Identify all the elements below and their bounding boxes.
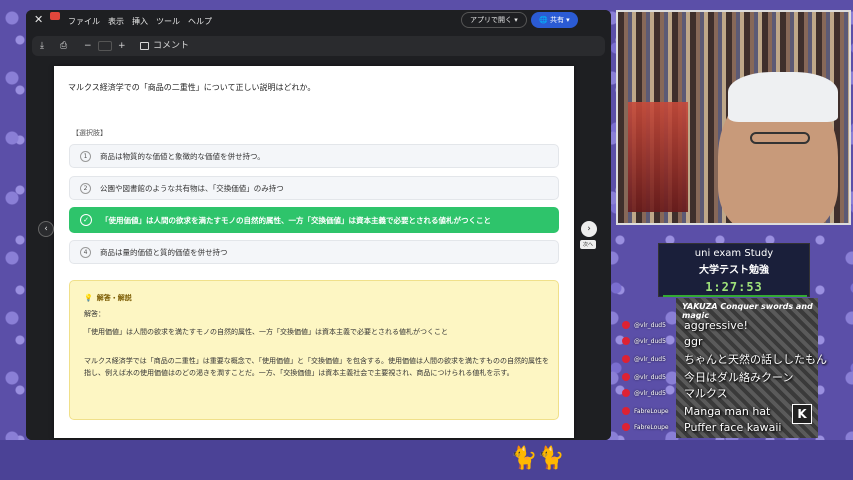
download-icon[interactable]: ⤓	[40, 40, 44, 52]
choice-text: 「使用価値」は人間の欲求を満たすモノの自然的属性、一方「交換価値」は資本主義で必…	[101, 215, 491, 225]
explanation-title-text: 解答・解説	[96, 294, 132, 302]
next-page-button[interactable]: ›	[581, 221, 597, 237]
menu-view[interactable]: 表示	[108, 16, 124, 27]
head-towel	[728, 72, 838, 122]
chat-text: aggressive!	[684, 318, 748, 332]
chat-message: FabreLoupe Puffer face kawaii	[622, 420, 781, 434]
menu-insert[interactable]: 挿入	[132, 16, 148, 27]
chat-message: @vlr_dud5 マルクス	[622, 386, 728, 400]
chat-username: @vlr_dud5	[634, 355, 666, 363]
lightbulb-icon: 💡	[84, 294, 93, 302]
choice-3-correct[interactable]: ✓ 「使用価値」は人間の欲求を満たすモノの自然的属性、一方「交換価値」は資本主義…	[69, 207, 559, 233]
avatar	[622, 389, 630, 397]
pixel-cats-icon: 🐈🐈	[510, 446, 565, 471]
comment-button[interactable]: コメント	[140, 40, 189, 52]
chat-username: @vlr_dud5	[634, 337, 666, 345]
stream-title-box: uni exam Study 大学テスト勉強 1:27:53	[658, 243, 810, 297]
chat-overlay: @vlr_dud5 aggressive! @vlr_dud5 ggr @vlr…	[622, 296, 827, 438]
zoom-out-button[interactable]: −	[84, 40, 92, 52]
zoom-in-button[interactable]: +	[118, 40, 126, 52]
pdf-toolbar: ⤓ ⎙ − + コメント	[32, 36, 605, 56]
chat-username: @vlr_dud5	[634, 373, 666, 381]
chat-message: @vlr_dud5 今日はダル絡みクーン	[622, 370, 793, 384]
comment-icon	[140, 42, 149, 50]
choices-label: 【選択肢】	[72, 129, 107, 137]
chat-username: FabreLoupe	[634, 407, 669, 415]
menu-file[interactable]: ファイル	[68, 16, 100, 27]
bottom-strip	[0, 440, 853, 480]
study-timer: 1:27:53	[705, 280, 763, 294]
print-icon[interactable]: ⎙	[60, 40, 67, 52]
close-icon[interactable]: ✕	[34, 13, 43, 26]
chat-text: ggr	[684, 334, 703, 348]
menu-help[interactable]: ヘルプ	[188, 16, 212, 27]
zoom-field[interactable]	[98, 41, 112, 51]
page-area: マルクス経済学での「商品の二重性」について正しい説明はどれか。 【選択肢】 1 …	[26, 58, 611, 440]
chat-message: @vlr_dud5 ちゃんと天然の話ししたもん	[622, 352, 827, 366]
choice-text: 商品は物質的な価値と象徴的な価値を併せ持つ。	[100, 151, 265, 161]
chat-text: ちゃんと天然の話ししたもん	[684, 353, 827, 366]
answer-label: 解答：	[84, 310, 105, 318]
choice-number: 4	[80, 246, 91, 258]
menu-tools[interactable]: ツール	[156, 16, 180, 27]
avatar	[622, 355, 630, 363]
k-logo-icon: K	[792, 404, 812, 424]
explanation-box: 💡 解答・解説 解答： 「使用価値」は人間の欲求を満たすモノの自然的属性、一方「交…	[69, 280, 559, 420]
chevron-right-icon: ›	[587, 224, 591, 234]
chat-message: @vlr_dud5 aggressive!	[622, 318, 748, 332]
open-with-app-button[interactable]: アプリで開く ▾	[461, 12, 527, 28]
glasses	[750, 132, 810, 144]
chat-username: @vlr_dud5	[634, 389, 666, 397]
explanation-title: 💡 解答・解説	[84, 293, 132, 303]
share-button[interactable]: 🌐 共有 ▾	[531, 12, 578, 28]
comment-label: コメント	[153, 41, 190, 51]
stream-title-ja: 大学テスト勉強	[699, 265, 769, 276]
previous-page-button[interactable]: ‹	[38, 221, 54, 237]
menu-bar: ✕ ファイル 表示 挿入 ツール ヘルプ アプリで開く ▾ 🌐 共有 ▾	[26, 10, 611, 32]
chat-text: 今日はダル絡みクーン	[684, 371, 794, 384]
answer-text: 「使用価値」は人間の欲求を満たすモノの自然的属性、一方「交換価値」は資本主義で必…	[84, 328, 448, 336]
check-icon: ✓	[80, 214, 92, 226]
explanation-detail: マルクス経済学では「商品の二重性」は重要な概念で、「使用価値」と「交換価値」を包…	[84, 357, 550, 377]
webcam-feed	[616, 10, 851, 225]
avatar	[622, 407, 630, 415]
avatar	[622, 321, 630, 329]
chat-message: FabreLoupe Manga man hat	[622, 404, 770, 418]
pdf-app-icon	[50, 12, 60, 20]
stream-title-en: uni exam Study	[694, 248, 774, 259]
menu-list: ファイル 表示 挿入 ツール ヘルプ	[68, 16, 212, 27]
document-page: マルクス経済学での「商品の二重性」について正しい説明はどれか。 【選択肢】 1 …	[54, 66, 574, 438]
choice-2[interactable]: 2 公園や図書館のような共有物は、「交換価値」のみ持つ	[69, 176, 559, 200]
choice-number: 2	[80, 182, 91, 194]
choice-1[interactable]: 1 商品は物質的な価値と象徴的な価値を併せ持つ。	[69, 144, 559, 168]
choice-text: 商品は量的価値と質的価値を併せ持つ	[100, 247, 228, 257]
dragon-poster	[628, 102, 688, 212]
avatar	[622, 423, 630, 431]
chat-username: FabreLoupe	[634, 423, 669, 431]
chevron-left-icon: ‹	[44, 224, 48, 234]
avatar	[622, 373, 630, 381]
next-tooltip: 次へ	[580, 240, 597, 249]
question-text: マルクス経済学での「商品の二重性」について正しい説明はどれか。	[68, 83, 316, 92]
chat-text: Manga man hat	[684, 404, 771, 418]
avatar	[622, 337, 630, 345]
chat-text: マルクス	[684, 387, 728, 400]
chat-username: @vlr_dud5	[634, 321, 666, 329]
pdf-viewer-window: ✕ ファイル 表示 挿入 ツール ヘルプ アプリで開く ▾ 🌐 共有 ▾ ⤓ ⎙…	[26, 10, 611, 440]
choice-4[interactable]: 4 商品は量的価値と質的価値を併せ持つ	[69, 240, 559, 264]
chat-text: Puffer face kawaii	[684, 420, 782, 434]
choice-number: 1	[80, 150, 91, 162]
choice-text: 公園や図書館のような共有物は、「交換価値」のみ持つ	[100, 183, 284, 193]
chat-message: @vlr_dud5 ggr	[622, 334, 703, 348]
